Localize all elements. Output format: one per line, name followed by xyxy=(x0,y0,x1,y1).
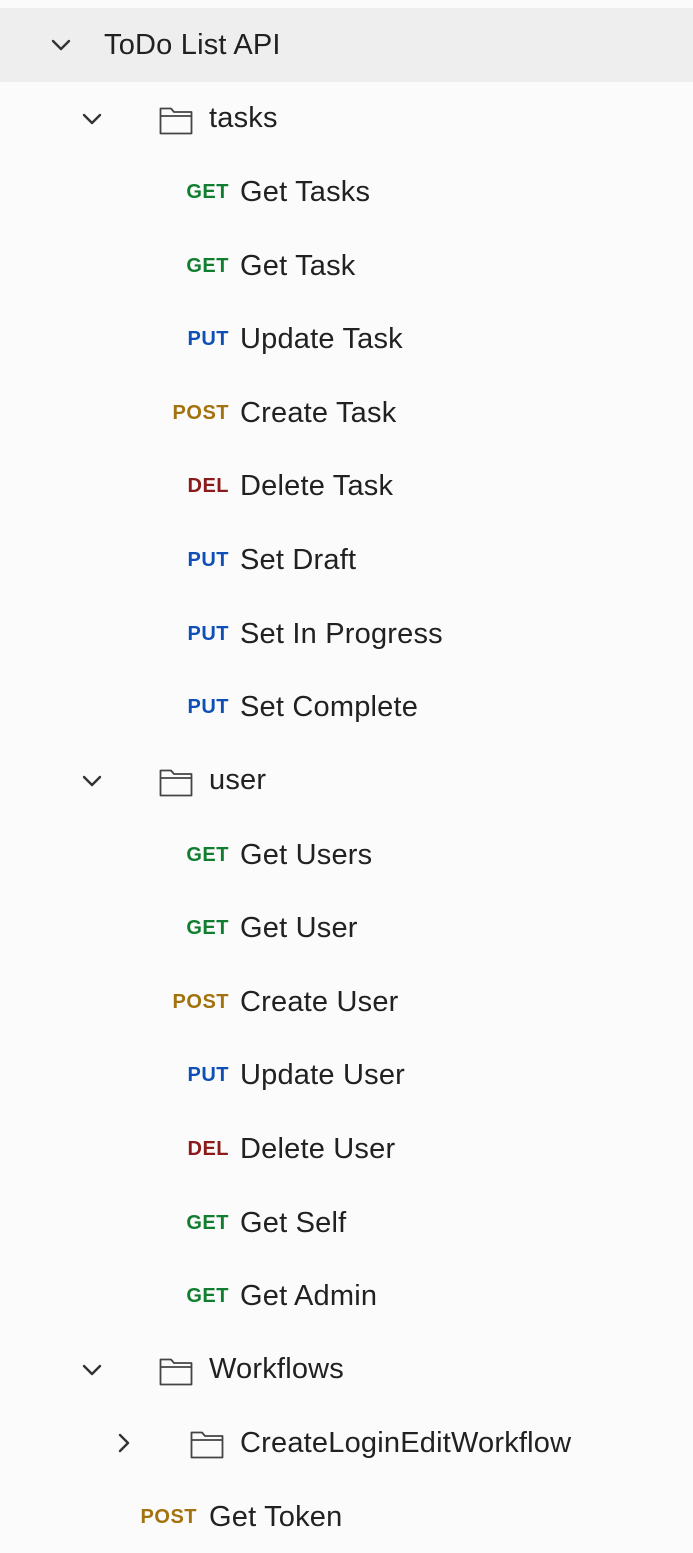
request-name: Get Tasks xyxy=(240,176,371,208)
chevron-down-icon[interactable] xyxy=(48,32,74,58)
method-badge: POST xyxy=(172,991,229,1013)
folder-row-workflows[interactable]: Workflows xyxy=(0,1333,693,1406)
method-badge: DEL xyxy=(187,1138,229,1160)
request-row[interactable]: POST Create Task xyxy=(0,376,693,449)
request-row[interactable]: GET Get Task xyxy=(0,229,693,302)
request-row[interactable]: POST Create User xyxy=(0,965,693,1038)
chevron-down-icon[interactable] xyxy=(79,1357,105,1383)
method-badge: GET xyxy=(186,1285,229,1307)
method-badge: GET xyxy=(186,917,229,939)
request-row[interactable]: PUT Set Draft xyxy=(0,523,693,596)
request-row[interactable]: PUT Set Complete xyxy=(0,670,693,743)
request-row[interactable]: PUT Update User xyxy=(0,1038,693,1111)
request-name: Set Draft xyxy=(240,544,357,576)
request-row[interactable]: PUT Set In Progress xyxy=(0,597,693,670)
chevron-right-icon[interactable] xyxy=(111,1430,137,1456)
request-name: Set Complete xyxy=(240,691,419,723)
method-badge: PUT xyxy=(187,328,229,350)
request-name: Create Task xyxy=(240,397,397,429)
method-badge: PUT xyxy=(187,549,229,571)
folder-icon xyxy=(189,1425,225,1461)
request-row[interactable]: GET Get User xyxy=(0,891,693,964)
request-name: Delete User xyxy=(240,1133,396,1165)
request-name: Get Admin xyxy=(240,1280,378,1312)
request-row[interactable]: DEL Delete User xyxy=(0,1112,693,1185)
request-name: Set In Progress xyxy=(240,618,443,650)
request-name: Update User xyxy=(240,1059,405,1091)
folder-name: tasks xyxy=(209,102,278,134)
request-name: Get Task xyxy=(240,250,356,282)
collection-row[interactable]: ToDo List API xyxy=(0,8,693,82)
method-badge: GET xyxy=(186,181,229,203)
method-badge: POST xyxy=(140,1506,197,1528)
method-badge: PUT xyxy=(187,696,229,718)
folder-icon xyxy=(158,1352,194,1388)
folder-row-createloginedit[interactable]: CreateLoginEditWorkflow xyxy=(0,1406,693,1479)
collection-name: ToDo List API xyxy=(104,29,281,61)
folder-name: user xyxy=(209,764,267,796)
folder-row-user[interactable]: user xyxy=(0,744,693,817)
request-row[interactable]: GET Get Admin xyxy=(0,1259,693,1332)
folder-row-tasks[interactable]: tasks xyxy=(0,82,693,155)
folder-icon xyxy=(158,763,194,799)
folder-icon xyxy=(158,101,194,137)
method-badge: GET xyxy=(186,844,229,866)
collection-tree: ToDo List API tasks GET Get Tasks GET Ge… xyxy=(0,0,693,1549)
folder-name: Workflows xyxy=(209,1353,345,1385)
request-row[interactable]: PUT Update Task xyxy=(0,302,693,375)
request-row[interactable]: GET Get Users xyxy=(0,818,693,891)
request-name: Get Self xyxy=(240,1207,347,1239)
request-name: Get Token xyxy=(209,1501,343,1533)
chevron-down-icon[interactable] xyxy=(79,768,105,794)
request-row[interactable]: DEL Delete Task xyxy=(0,449,693,522)
request-row[interactable]: POST Get Token xyxy=(0,1480,693,1553)
method-badge: GET xyxy=(186,255,229,277)
request-name: Delete Task xyxy=(240,470,394,502)
request-name: Get Users xyxy=(240,839,373,871)
method-badge: PUT xyxy=(187,623,229,645)
request-row[interactable]: GET Get Tasks xyxy=(0,155,693,228)
method-badge: GET xyxy=(186,1212,229,1234)
request-name: Create User xyxy=(240,986,399,1018)
method-badge: PUT xyxy=(187,1064,229,1086)
request-name: Get User xyxy=(240,912,358,944)
method-badge: POST xyxy=(172,402,229,424)
method-badge: DEL xyxy=(187,475,229,497)
folder-name: CreateLoginEditWorkflow xyxy=(240,1427,572,1459)
request-row[interactable]: GET Get Self xyxy=(0,1186,693,1259)
request-name: Update Task xyxy=(240,323,403,355)
chevron-down-icon[interactable] xyxy=(79,106,105,132)
